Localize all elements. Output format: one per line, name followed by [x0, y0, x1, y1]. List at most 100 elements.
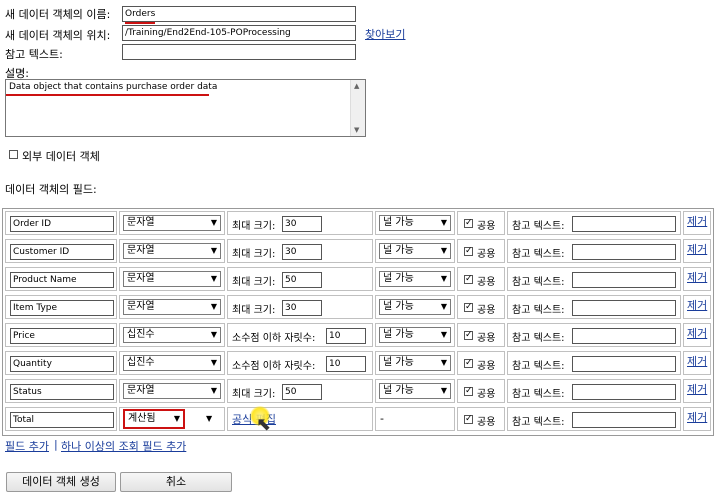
ref-text-input[interactable]	[572, 300, 676, 316]
public-label: 공용	[477, 389, 496, 400]
field-cell: Product Name	[5, 267, 117, 291]
browse-link[interactable]: 찾아보기	[365, 26, 405, 42]
field-cell: 널 가능 ▼	[375, 267, 455, 291]
size-label: 최대 크기:	[232, 389, 276, 400]
size-input[interactable]: 50	[282, 384, 322, 400]
field-cell: 제거	[683, 323, 711, 347]
field-cell: 문자열 ▼	[119, 211, 225, 235]
chevron-down-icon: ▼	[210, 274, 217, 283]
ref-text-input[interactable]	[572, 328, 676, 344]
field-name-input[interactable]: Customer ID	[10, 244, 114, 260]
location-input[interactable]	[122, 25, 356, 41]
delete-field-link[interactable]: 제거	[687, 269, 707, 285]
create-data-object-button[interactable]: 데이터 객체 생성	[6, 472, 116, 492]
field-name-input[interactable]: Quantity	[10, 356, 114, 372]
size-input[interactable]: 10	[326, 328, 366, 344]
field-cell: 공용	[457, 239, 505, 263]
field-cell: 공용	[457, 295, 505, 319]
field-cell: -	[375, 407, 455, 431]
field-type-value: 계산됨	[128, 413, 156, 424]
chevron-down-icon: ▼	[440, 274, 447, 283]
nullable-select[interactable]: 널 가능 ▼	[379, 215, 451, 231]
nullable-select[interactable]: 널 가능 ▼	[379, 243, 451, 259]
delete-field-link[interactable]: 제거	[687, 213, 707, 229]
nullable-value: 널 가능	[383, 357, 414, 368]
public-checkbox[interactable]	[464, 357, 473, 369]
public-checkbox[interactable]	[464, 273, 473, 285]
nullable-value: -	[380, 412, 384, 425]
delete-field-link[interactable]: 제거	[687, 325, 707, 341]
ref-text-input[interactable]	[572, 216, 676, 232]
delete-field-link[interactable]: 제거	[687, 381, 707, 397]
field-cell: 공용	[457, 351, 505, 375]
field-name-input[interactable]: Item Type	[10, 300, 114, 316]
delete-field-link[interactable]: 제거	[687, 409, 707, 425]
public-checkbox[interactable]	[464, 217, 473, 229]
field-type-select[interactable]: 문자열 ▼	[123, 271, 221, 287]
field-name-input[interactable]: Order ID	[10, 216, 114, 232]
field-cell: 널 가능 ▼	[375, 211, 455, 235]
nullable-select[interactable]: 널 가능 ▼	[379, 271, 451, 287]
field-cell: 제거	[683, 211, 711, 235]
nullable-select[interactable]: 널 가능 ▼	[379, 299, 451, 315]
field-type-select[interactable]: 문자열 ▼	[123, 243, 221, 259]
name-underline	[125, 22, 155, 24]
ref-text-label: 참고 텍스트:	[5, 48, 63, 61]
scroll-down-icon[interactable]: ▼	[354, 126, 359, 134]
name-input[interactable]	[122, 6, 356, 22]
ref-text-input[interactable]	[122, 44, 356, 60]
field-cell: 제거	[683, 267, 711, 291]
field-type-select[interactable]: 문자열 ▼	[123, 215, 221, 231]
field-cell: 문자열 ▼	[119, 267, 225, 291]
field-type-select[interactable]: 십진수 ▼	[123, 355, 221, 371]
external-checkbox[interactable]	[9, 150, 18, 159]
add-lookup-field-link[interactable]: 하나 이상의 조회 필드 추가	[61, 438, 186, 454]
field-type-value: 십진수	[127, 357, 155, 368]
field-name-input[interactable]: Status	[10, 384, 114, 400]
public-checkbox[interactable]	[464, 245, 473, 257]
size-input[interactable]: 10	[326, 356, 366, 372]
scroll-up-icon[interactable]: ▲	[354, 82, 359, 90]
field-type-select[interactable]: 문자열 ▼	[123, 299, 221, 315]
field-cell: 제거	[683, 351, 711, 375]
ref-text-label: 참고 텍스트:	[512, 277, 565, 288]
nullable-select[interactable]: 널 가능 ▼	[379, 327, 451, 343]
add-field-link[interactable]: 필드 추가	[5, 438, 49, 454]
public-checkbox[interactable]	[464, 413, 473, 425]
ref-text-input[interactable]	[572, 412, 676, 428]
field-type-select[interactable]: 십진수 ▼	[123, 327, 221, 343]
delete-field-link[interactable]: 제거	[687, 353, 707, 369]
ref-text-input[interactable]	[572, 244, 676, 260]
description-scrollbar[interactable]: ▲ ▼	[350, 80, 365, 136]
delete-field-link[interactable]: 제거	[687, 297, 707, 313]
field-cell: 공용	[457, 379, 505, 403]
ref-text-input[interactable]	[572, 384, 676, 400]
field-cell: Quantity	[5, 351, 117, 375]
nullable-select[interactable]: 널 가능 ▼	[379, 383, 451, 399]
field-type-select[interactable]: 계산됨 ▼	[123, 409, 185, 429]
public-checkbox[interactable]	[464, 385, 473, 397]
field-row: Quantity 십진수 ▼ 소수점 이하 자릿수: 10 널 가능 ▼ 공용 참고 텍스트: 제…	[3, 349, 713, 377]
size-input[interactable]: 50	[282, 272, 322, 288]
public-checkbox[interactable]	[464, 301, 473, 313]
field-cell: 십진수 ▼	[119, 351, 225, 375]
delete-field-link[interactable]: 제거	[687, 241, 707, 257]
field-cell: Order ID	[5, 211, 117, 235]
field-name-input[interactable]: Total	[10, 412, 114, 428]
pointer-cursor-icon: ⬉	[256, 414, 272, 435]
field-type-select[interactable]: 문자열 ▼	[123, 383, 221, 399]
field-type-value: 문자열	[127, 217, 155, 228]
ref-text-input[interactable]	[572, 272, 676, 288]
field-cell: 문자열 ▼	[119, 239, 225, 263]
size-input[interactable]: 30	[282, 300, 322, 316]
size-input[interactable]: 30	[282, 244, 322, 260]
field-name-input[interactable]: Product Name	[10, 272, 114, 288]
ref-text-input[interactable]	[572, 356, 676, 372]
description-textarea[interactable]: Data object that contains purchase order…	[5, 79, 366, 137]
nullable-select[interactable]: 널 가능 ▼	[379, 355, 451, 371]
field-name-input[interactable]: Price	[10, 328, 114, 344]
cancel-button[interactable]: 취소	[120, 472, 232, 492]
size-input[interactable]: 30	[282, 216, 322, 232]
field-type-value: 문자열	[127, 301, 155, 312]
public-checkbox[interactable]	[464, 329, 473, 341]
